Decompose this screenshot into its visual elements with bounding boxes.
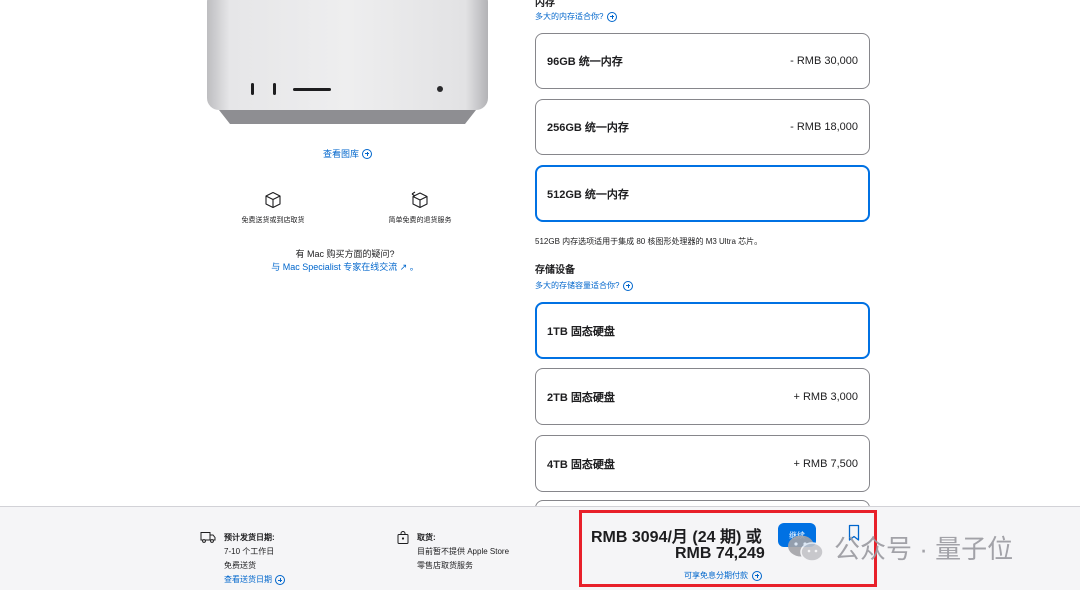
return-box-icon (411, 191, 428, 209)
shipping-info: 预计发货日期: 7-10 个工作日 免费送货 查看送货日期 (200, 531, 285, 587)
view-gallery-link[interactable]: 查看图库 (323, 147, 373, 160)
installment-link[interactable]: 可享免息分期付款 (684, 570, 762, 581)
memory-note: 512GB 内存选项适用于集成 80 核图形处理器的 M3 Ultra 芯片。 (535, 237, 763, 246)
memory-section-title: 内存 (535, 0, 555, 9)
wechat-watermark: 公众号 · 量子位 (786, 529, 1013, 566)
box-icon (265, 191, 281, 209)
plus-circle-icon (275, 575, 285, 585)
storage-help-label: 多大的存储容量适合你? (535, 281, 620, 290)
chat-specialist-link[interactable]: 与 Mac Specialist 专家在线交流 ↗ 。 (271, 262, 419, 272)
storage-option-1tb[interactable]: 1TB 固态硬盘 (535, 302, 870, 359)
memory-help-link[interactable]: 多大的内存适合你? (535, 11, 618, 22)
plus-circle-icon (752, 570, 762, 581)
storage-option-4tb[interactable]: 4TB 固态硬盘 + RMB 7,500 (535, 435, 870, 492)
watermark-text: 公众号 · 量子位 (834, 534, 1014, 564)
storage-section-title: 存储设备 (535, 265, 575, 276)
question-text: 有 Mac 购买方面的疑问? (295, 249, 395, 259)
plus-circle-icon (607, 11, 618, 22)
option-price: - RMB 30,000 (790, 55, 858, 67)
plus-circle-icon (623, 280, 634, 291)
option-name: 512GB 统一内存 (547, 188, 629, 201)
pickup-line1: 目前暂不提供 Apple Store (417, 547, 510, 556)
total-price: RMB 74,249 (675, 545, 765, 562)
option-price: - RMB 18,000 (790, 121, 858, 133)
pickup-title: 取货: (417, 533, 436, 542)
option-price: + RMB 3,000 (793, 390, 858, 403)
specialist-question: 有 Mac 购买方面的疑问? 与 Mac Specialist 专家在线交流 ↗… (230, 248, 460, 274)
pickup-line2: 零售店取货服务 (417, 561, 473, 570)
option-price: + RMB 7,500 (793, 457, 858, 470)
view-gallery-label: 查看图库 (323, 149, 360, 159)
ship-free: 免费送货 (224, 561, 256, 570)
view-delivery-dates-label: 查看送货日期 (224, 575, 272, 584)
feature-label: 免费送货或到店取货 (241, 217, 305, 224)
monthly-price: RMB 3094/月 (24 期) 或 (591, 529, 762, 546)
ship-title: 预计发货日期: (224, 533, 275, 542)
option-name: 96GB 统一内存 (547, 56, 623, 68)
option-name: 256GB 统一内存 (547, 122, 629, 134)
pickup-info: 取货: 目前暂不提供 Apple Store 零售店取货服务 (397, 531, 509, 573)
storage-option-2tb[interactable]: 2TB 固态硬盘 + RMB 3,000 (535, 368, 870, 425)
memory-help-label: 多大的内存适合你? (535, 12, 604, 21)
feature-free-returns: 简单免费的退货服务 (370, 191, 470, 225)
memory-option-512gb[interactable]: 512GB 统一内存 (535, 165, 870, 222)
truck-icon (200, 532, 216, 543)
memory-option-96gb[interactable]: 96GB 统一内存 - RMB 30,000 (535, 33, 870, 89)
view-delivery-dates-link[interactable]: 查看送货日期 (224, 573, 285, 587)
feature-free-delivery: 免费送货或到店取货 (223, 191, 323, 225)
option-name: 4TB 固态硬盘 (547, 458, 615, 471)
storage-help-link[interactable]: 多大的存储容量适合你? (535, 280, 634, 291)
memory-option-256gb[interactable]: 256GB 统一内存 - RMB 18,000 (535, 99, 870, 155)
option-name: 2TB 固态硬盘 (547, 391, 615, 404)
shopping-bag-icon (397, 531, 409, 544)
ship-days: 7-10 个工作日 (224, 547, 275, 556)
wechat-icon (788, 535, 824, 562)
option-name: 1TB 固态硬盘 (547, 325, 615, 338)
mac-studio-image (207, 0, 488, 124)
installment-label: 可享免息分期付款 (684, 571, 748, 580)
feature-label: 简单免费的退货服务 (388, 217, 452, 224)
plus-circle-icon (362, 148, 373, 159)
